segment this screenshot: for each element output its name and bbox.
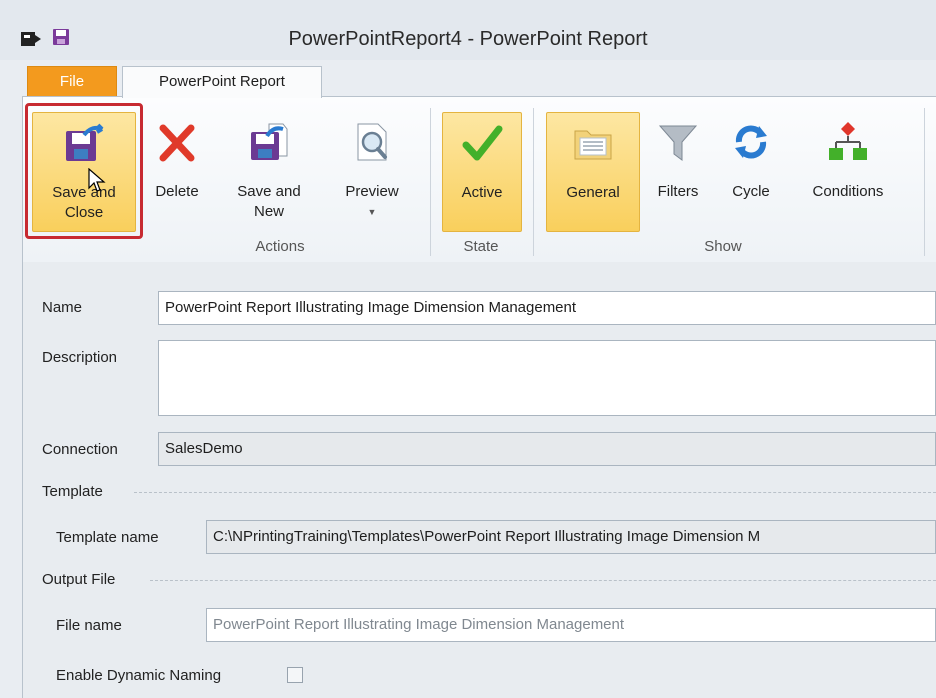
preview-label: Preview: [345, 183, 399, 200]
name-input[interactable]: PowerPoint Report Illustrating Image Dim…: [158, 291, 936, 325]
conditions-icon: [829, 122, 867, 160]
template-section-label: Template: [42, 483, 103, 500]
preview-button[interactable]: Preview ▼: [326, 112, 418, 230]
filters-button[interactable]: Filters: [646, 112, 710, 230]
conditions-button[interactable]: Conditions: [792, 112, 904, 230]
cycle-icon: [735, 125, 767, 159]
template-name-label: Template name: [56, 529, 159, 546]
group-label-state: State: [463, 238, 499, 255]
output-file-section-label: Output File: [42, 571, 116, 588]
general-label: General: [566, 184, 620, 201]
file-name-field[interactable]: PowerPoint Report Illustrating Image Dim…: [206, 608, 936, 642]
output-section-divider: [150, 580, 936, 581]
conditions-label: Conditions: [812, 183, 884, 200]
active-button[interactable]: Active: [442, 112, 522, 232]
delete-button[interactable]: Delete: [146, 112, 208, 230]
description-label: Description: [42, 349, 118, 366]
checkmark-icon: [462, 125, 503, 161]
general-button[interactable]: General: [546, 112, 640, 232]
folder-icon: [574, 130, 612, 160]
group-separator: [924, 108, 925, 256]
delete-label: Delete: [155, 183, 199, 200]
group-label-actions: Actions: [255, 238, 305, 255]
save-and-new-button[interactable]: Save and New: [222, 112, 316, 230]
template-section-divider: [134, 492, 936, 493]
save-new-label-2: New: [253, 203, 284, 220]
cycle-button[interactable]: Cycle: [718, 112, 784, 230]
dynamic-naming-label: Enable Dynamic Naming: [56, 667, 222, 684]
tab-file[interactable]: File: [27, 66, 117, 97]
group-label-show: Show: [704, 238, 742, 255]
name-label: Name: [42, 299, 83, 316]
cycle-label: Cycle: [732, 183, 770, 200]
save-close-highlight-outline: [25, 103, 143, 239]
filters-label: Filters: [657, 183, 699, 200]
file-name-label: File name: [56, 617, 122, 634]
connection-label: Connection: [42, 441, 118, 458]
preview-icon: [357, 123, 387, 161]
dynamic-naming-checkbox[interactable]: [287, 667, 303, 683]
connection-field[interactable]: SalesDemo: [158, 432, 936, 466]
save-new-icon: [251, 123, 288, 160]
group-separator: [430, 108, 431, 256]
group-separator: [533, 108, 534, 256]
description-input[interactable]: [158, 340, 936, 416]
delete-icon: [159, 124, 195, 162]
save-new-label-1: Save and: [237, 183, 301, 200]
mouse-cursor-icon: [88, 168, 106, 192]
active-label: Active: [461, 184, 503, 201]
template-name-field[interactable]: C:\NPrintingTraining\Templates\PowerPoin…: [206, 520, 936, 554]
window-title: PowerPointReport4 - PowerPoint Report: [288, 28, 648, 50]
tab-powerpoint-report[interactable]: PowerPoint Report: [122, 66, 322, 98]
preview-dropdown-icon[interactable]: ▼: [326, 202, 418, 222]
funnel-icon: [658, 125, 698, 161]
